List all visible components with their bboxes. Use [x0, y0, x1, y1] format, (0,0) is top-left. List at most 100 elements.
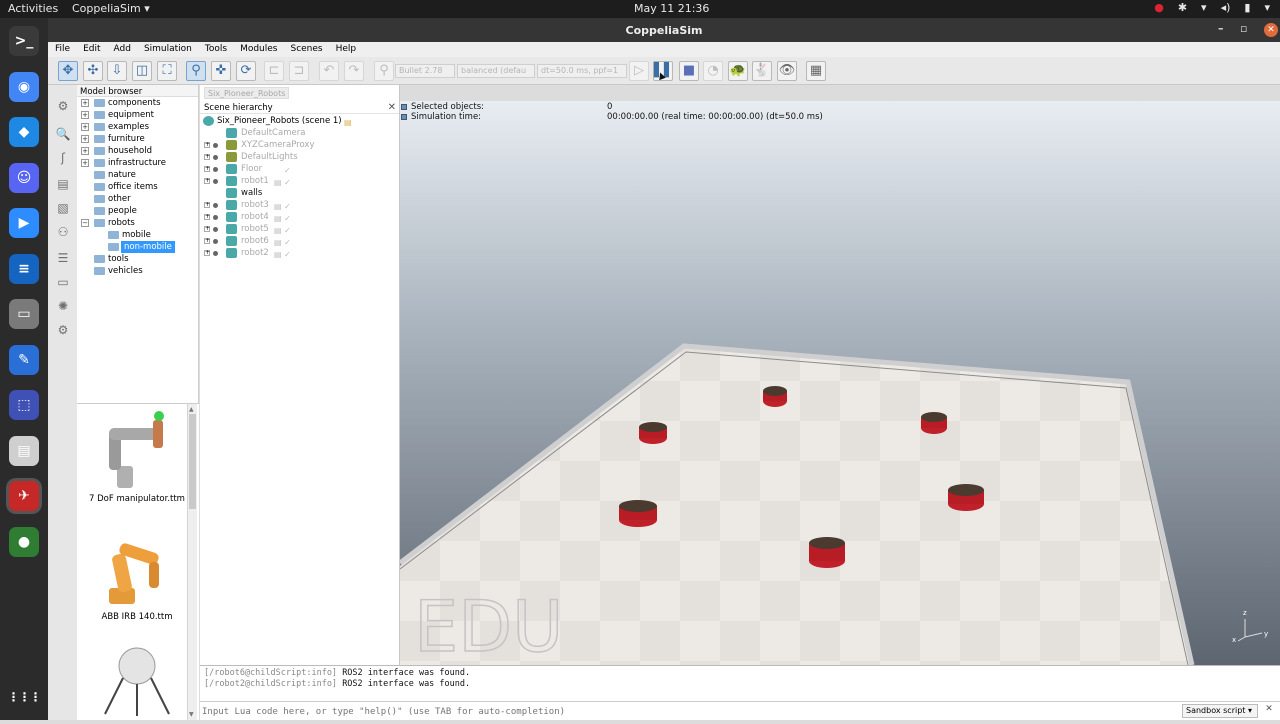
- undo-icon[interactable]: ↶: [319, 61, 339, 81]
- start-simulation-icon[interactable]: ▷: [629, 61, 649, 81]
- model-folder-office-items[interactable]: office items: [77, 181, 198, 193]
- click-select-icon[interactable]: ⚲: [186, 61, 206, 81]
- scene-object-DefaultLights[interactable]: + DefaultLights: [202, 151, 398, 163]
- menu-edit[interactable]: Edit: [76, 42, 106, 57]
- model-folder-examples[interactable]: + examples: [77, 121, 198, 133]
- expand-toggle-icon[interactable]: +: [204, 142, 210, 148]
- menu-modules[interactable]: Modules: [233, 42, 283, 57]
- time-step-select[interactable]: dt=50.0 ms, ppf=1: [537, 64, 627, 78]
- scene-root[interactable]: Six_Pioneer_Robots (scene 1) ▤: [202, 115, 398, 127]
- shape-edit-icon[interactable]: ⚇: [55, 225, 71, 241]
- text-editor-icon[interactable]: ✎: [9, 344, 39, 375]
- expand-toggle-icon[interactable]: +: [81, 111, 89, 119]
- model-folder-components[interactable]: + components: [77, 97, 198, 109]
- visibility-dot-icon[interactable]: [213, 203, 218, 208]
- clock[interactable]: May 11 21:36: [634, 2, 709, 15]
- scene-tab[interactable]: Six_Pioneer_Robots: [204, 87, 290, 99]
- scene-object-DefaultCamera[interactable]: DefaultCamera: [202, 127, 398, 139]
- script-mode-select[interactable]: Sandbox script ▾: [1182, 704, 1258, 718]
- scene-object-robot6[interactable]: + robot6 ▤ ✓: [202, 235, 398, 247]
- volume-icon[interactable]: ◂): [1221, 1, 1231, 14]
- camera-rotate-icon[interactable]: ✣: [83, 61, 103, 81]
- expand-toggle-icon[interactable]: +: [204, 238, 210, 244]
- menu-tools[interactable]: Tools: [198, 42, 233, 57]
- app-menu-button[interactable]: CoppeliaSim ▾: [72, 2, 150, 15]
- system-menu-icon[interactable]: ▾: [1264, 1, 1270, 14]
- dynamics-icon[interactable]: ⚲: [374, 61, 394, 81]
- scene-object-robot4[interactable]: + robot4 ▤ ✓: [202, 211, 398, 223]
- model-folder-equipment[interactable]: + equipment: [77, 109, 198, 121]
- minimize-button[interactable]: –: [1218, 22, 1224, 35]
- menu-add[interactable]: Add: [107, 42, 137, 57]
- expand-toggle-icon[interactable]: +: [81, 147, 89, 155]
- visibility-dot-icon[interactable]: [213, 239, 218, 244]
- menu-scenes[interactable]: Scenes: [283, 42, 328, 57]
- redo-icon[interactable]: ↷: [344, 61, 364, 81]
- scene-object-walls[interactable]: walls: [202, 187, 398, 199]
- show-apps-icon[interactable]: ⋮⋮⋮: [8, 682, 42, 712]
- visibility-dot-icon[interactable]: [213, 251, 218, 256]
- visibility-dot-icon[interactable]: [213, 179, 218, 184]
- script-attachment-icon[interactable]: ▤ ✓: [274, 249, 291, 261]
- real-time-icon[interactable]: ◔: [703, 61, 723, 81]
- close-button[interactable]: ✕: [1264, 23, 1278, 37]
- visibility-dot-icon[interactable]: [213, 143, 218, 148]
- model-folder-robots[interactable]: − robots: [77, 217, 198, 229]
- document-viewer-icon[interactable]: ▤: [9, 435, 39, 466]
- scene-object-robot1[interactable]: + robot1 ▤ ✓: [202, 175, 398, 187]
- vscode-icon[interactable]: ◆: [9, 117, 39, 147]
- expand-toggle-icon[interactable]: +: [204, 202, 210, 208]
- camera-shift-icon[interactable]: ⇩: [107, 61, 127, 81]
- model-folder-furniture[interactable]: + furniture: [77, 133, 198, 145]
- stop-simulation-icon[interactable]: ■: [679, 61, 699, 81]
- object-properties-icon[interactable]: 🔍: [55, 127, 71, 143]
- scene-object-robot2[interactable]: + robot2 ▤ ✓: [202, 247, 398, 259]
- simtime-toggle-icon[interactable]: [401, 114, 407, 120]
- expand-toggle-icon[interactable]: +: [204, 250, 210, 256]
- files-icon[interactable]: ▭: [9, 299, 39, 329]
- 3d-viewport[interactable]: EDU z y x: [400, 101, 1280, 665]
- path-edit-icon[interactable]: ☰: [55, 251, 71, 267]
- visibility-dot-icon[interactable]: [213, 215, 218, 220]
- expand-toggle-icon[interactable]: −: [81, 219, 89, 227]
- camera-angle-icon[interactable]: ◫: [132, 61, 152, 81]
- assemble-icon[interactable]: ⊏: [264, 61, 284, 81]
- model-browser-toggle-icon[interactable]: ✺: [55, 299, 71, 315]
- model-folder-infrastructure[interactable]: + infrastructure: [77, 157, 198, 169]
- calculation-modules-icon[interactable]: ʃ: [55, 151, 71, 167]
- scene-hierarchy-toggle-icon[interactable]: ⚙: [55, 323, 71, 339]
- visibility-dot-icon[interactable]: [213, 155, 218, 160]
- menu-simulation[interactable]: Simulation: [137, 42, 198, 57]
- record-indicator-icon[interactable]: ●: [1154, 1, 1164, 14]
- model-folder-nature[interactable]: nature: [77, 169, 198, 181]
- clear-console-icon[interactable]: ✕: [1263, 704, 1275, 717]
- expand-toggle-icon[interactable]: +: [204, 214, 210, 220]
- screenshot-icon[interactable]: ⬚: [9, 390, 39, 420]
- object-shift-icon[interactable]: ✜: [211, 61, 231, 81]
- selection-icon[interactable]: ▭: [55, 275, 71, 291]
- system-tray[interactable]: ● ✱ ▾ ◂) ▮ ▾: [1154, 1, 1270, 14]
- model-folder-tools[interactable]: tools: [77, 253, 198, 265]
- model-folder-people[interactable]: people: [77, 205, 198, 217]
- fit-to-view-icon[interactable]: ⛶: [157, 61, 177, 81]
- model-folder-household[interactable]: + household: [77, 145, 198, 157]
- thumbnail-scrollbar[interactable]: ▲ ▼: [187, 404, 197, 720]
- bluetooth-icon[interactable]: ✱: [1178, 1, 1187, 14]
- simulation-accuracy-select[interactable]: balanced (defau: [457, 64, 535, 78]
- expand-toggle-icon[interactable]: +: [81, 123, 89, 131]
- terminal-icon[interactable]: >_: [9, 26, 39, 56]
- expand-toggle-icon[interactable]: +: [81, 99, 89, 107]
- scripts-icon[interactable]: ▧: [55, 201, 71, 217]
- model-thumb-delta[interactable]: [87, 644, 187, 720]
- model-thumb-7dof[interactable]: 7 DoF manipulator.ttm: [87, 408, 187, 508]
- object-rotate-icon[interactable]: ⟳: [236, 61, 256, 81]
- collections-icon[interactable]: ▤: [55, 177, 71, 193]
- speed-up-icon[interactable]: 🐇: [752, 61, 772, 81]
- visibility-dot-icon[interactable]: [213, 167, 218, 172]
- model-folder-non-mobile[interactable]: non-mobile: [77, 241, 198, 253]
- info-toggle-icon[interactable]: [401, 104, 407, 110]
- chrome-icon[interactable]: ◉: [9, 71, 39, 102]
- libreoffice-writer-icon[interactable]: ≡: [9, 253, 39, 284]
- activities-button[interactable]: Activities: [8, 2, 58, 15]
- camera-pan-icon[interactable]: ✥: [58, 61, 78, 81]
